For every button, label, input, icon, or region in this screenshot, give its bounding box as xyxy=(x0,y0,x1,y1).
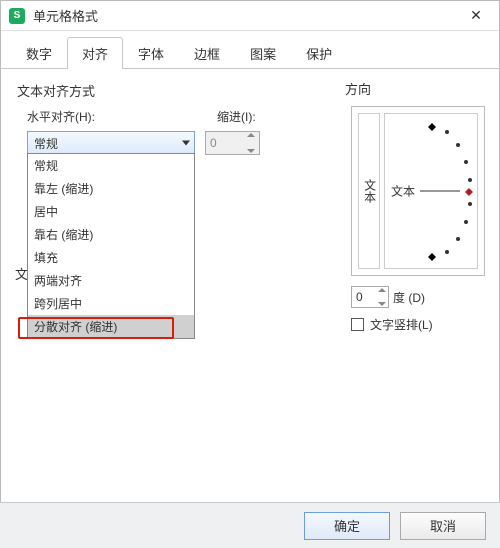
window-title: 单元格格式 xyxy=(33,6,461,25)
tab-alignment[interactable]: 对齐 xyxy=(67,37,123,69)
vertical-text-checkbox[interactable] xyxy=(351,318,364,331)
orientation-heading: 方向 xyxy=(345,79,485,98)
chevron-down-icon xyxy=(182,141,190,146)
tab-protection[interactable]: 保护 xyxy=(291,37,347,69)
align-option-general[interactable]: 常规 xyxy=(28,154,194,177)
indent-spinner[interactable]: 0 xyxy=(205,131,260,155)
app-icon: S xyxy=(9,8,25,24)
tabs-bar: 数字 对齐 字体 边框 图案 保护 xyxy=(1,31,499,69)
ok-button[interactable]: 确定 xyxy=(304,512,390,540)
close-button[interactable]: ✕ xyxy=(461,1,491,31)
horizontal-align-dropdown: 常规 靠左 (缩进) 居中 靠右 (缩进) 填充 两端对齐 跨列居中 分散对齐 … xyxy=(27,153,195,339)
orientation-panel: 方向 文本 xyxy=(345,79,485,333)
indent-spin-down-icon[interactable] xyxy=(247,149,255,153)
degree-spin-down-icon[interactable] xyxy=(378,302,386,306)
tab-pattern[interactable]: 图案 xyxy=(235,37,291,69)
orientation-dial-line xyxy=(420,191,460,192)
orientation-vertical-text: 文本 xyxy=(359,179,378,203)
tab-font[interactable]: 字体 xyxy=(123,37,179,69)
orientation-dial[interactable]: 文本 xyxy=(384,113,478,269)
horizontal-align-combobox[interactable]: 常规 xyxy=(27,131,195,155)
align-option-fill[interactable]: 填充 xyxy=(28,246,194,269)
align-option-left-indent[interactable]: 靠左 (缩进) xyxy=(28,177,194,200)
indent-spin-up-icon[interactable] xyxy=(247,133,255,137)
dialog-content: 文本对齐方式 水平对齐(H): 缩进(I): 常规 0 常规 靠左 (缩进) 居… xyxy=(1,69,499,509)
orientation-dial-text: 文本 xyxy=(391,183,415,200)
tab-border[interactable]: 边框 xyxy=(179,37,235,69)
horizontal-align-label: 水平对齐(H): xyxy=(27,108,187,125)
dialog-footer: 确定 取消 xyxy=(0,502,500,548)
vertical-text-row: 文字竖排(L) xyxy=(351,316,485,333)
indent-value: 0 xyxy=(210,136,217,150)
vertical-text-label: 文字竖排(L) xyxy=(370,316,433,333)
align-option-center[interactable]: 居中 xyxy=(28,200,194,223)
orientation-degree-spinner[interactable]: 0 xyxy=(351,286,389,308)
orientation-box: 文本 xyxy=(351,106,485,276)
tab-number[interactable]: 数字 xyxy=(11,37,67,69)
orientation-degree-value: 0 xyxy=(356,290,363,304)
align-option-right-indent[interactable]: 靠右 (缩进) xyxy=(28,223,194,246)
align-option-justify[interactable]: 两端对齐 xyxy=(28,269,194,292)
orientation-vertical-sample[interactable]: 文本 xyxy=(358,113,380,269)
align-option-across-center[interactable]: 跨列居中 xyxy=(28,292,194,315)
window-titlebar: S 单元格格式 ✕ xyxy=(1,1,499,31)
align-option-distributed-indent[interactable]: 分散对齐 (缩进) xyxy=(28,315,194,338)
indent-label: 缩进(I): xyxy=(217,108,256,125)
horizontal-align-value: 常规 xyxy=(34,135,58,152)
cancel-button[interactable]: 取消 xyxy=(400,512,486,540)
orientation-degree-label: 度 (D) xyxy=(393,289,425,306)
degree-spin-up-icon[interactable] xyxy=(378,288,386,292)
